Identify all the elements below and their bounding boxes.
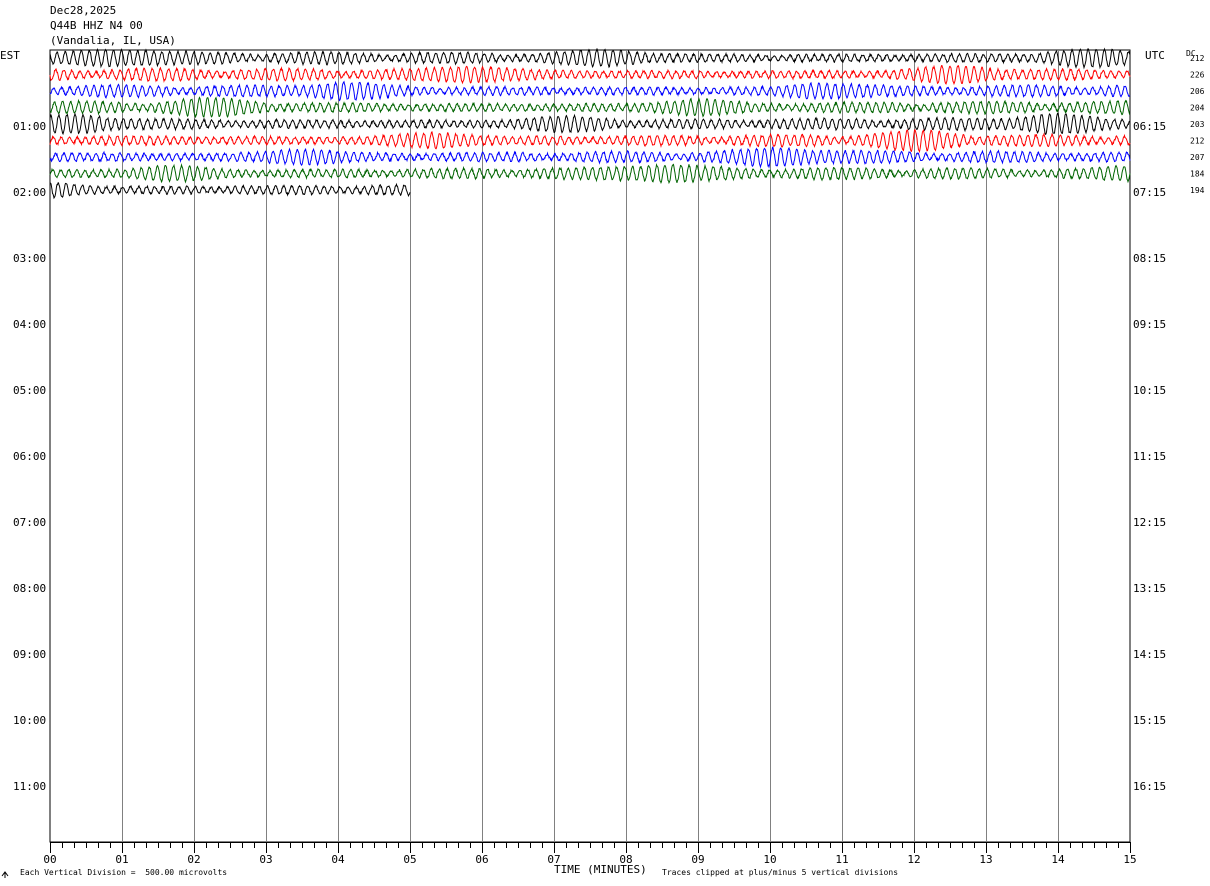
hour-label-utc: 13:15 bbox=[1133, 582, 1166, 595]
hour-label-est: 02:00 bbox=[13, 186, 46, 199]
seismic-trace bbox=[49, 96, 1131, 118]
dc-offset-value: 206 bbox=[1190, 87, 1205, 96]
dc-offset-value: 204 bbox=[1190, 104, 1205, 113]
hour-label-est: 05:00 bbox=[13, 384, 46, 397]
hour-label-est: 09:00 bbox=[13, 648, 46, 661]
x-tick-label: 01 bbox=[115, 853, 128, 866]
x-tick-label: 15 bbox=[1123, 853, 1136, 866]
seismic-trace bbox=[49, 146, 1131, 169]
seismic-trace bbox=[49, 64, 1131, 86]
x-tick-label: 11 bbox=[835, 853, 848, 866]
hour-label-est: 08:00 bbox=[13, 582, 46, 595]
dc-offset-value: 207 bbox=[1190, 153, 1205, 162]
x-tick-label: 10 bbox=[763, 853, 776, 866]
x-tick-label: 02 bbox=[187, 853, 200, 866]
hour-label-est: 01:00 bbox=[13, 120, 46, 133]
seismogram-plot: 00 01 02 03 04 05 06 07 08 09 10 11 12 13 14 1501:0002:… bbox=[1, 47, 1205, 878]
dc-offset-value: 226 bbox=[1190, 71, 1205, 80]
clip-note: Traces clipped at plus/minus 5 vertical … bbox=[662, 868, 899, 877]
hour-label-utc: 12:15 bbox=[1133, 516, 1166, 529]
hour-label-utc: 07:15 bbox=[1133, 186, 1166, 199]
hour-label-utc: 11:15 bbox=[1133, 450, 1166, 463]
hour-label-utc: 16:15 bbox=[1133, 780, 1166, 793]
seismic-trace bbox=[49, 182, 411, 200]
x-tick-label: 00 bbox=[43, 853, 56, 866]
x-axis-title: TIME (MINUTES) bbox=[554, 863, 647, 876]
x-tick-label: 04 bbox=[331, 853, 345, 866]
hour-label-utc: 14:15 bbox=[1133, 648, 1166, 661]
x-tick-label: 03 bbox=[259, 853, 272, 866]
hour-label-est: 03:00 bbox=[13, 252, 46, 265]
hour-label-utc: 09:15 bbox=[1133, 318, 1166, 331]
x-tick-label: 14 bbox=[1051, 853, 1065, 866]
x-tick-label: 05 bbox=[403, 853, 416, 866]
hour-label-est: 11:00 bbox=[13, 780, 46, 793]
hour-label-utc: 06:15 bbox=[1133, 120, 1166, 133]
hour-label-utc: 15:15 bbox=[1133, 714, 1166, 727]
x-tick-label: 12 bbox=[907, 853, 920, 866]
hour-label-est: 07:00 bbox=[13, 516, 46, 529]
dc-offset-value: 212 bbox=[1190, 54, 1205, 63]
hour-label-est: 06:00 bbox=[13, 450, 46, 463]
x-tick-label: 13 bbox=[979, 853, 992, 866]
hour-label-est: 10:00 bbox=[13, 714, 46, 727]
hour-label-utc: 08:15 bbox=[1133, 252, 1166, 265]
x-tick-label: 09 bbox=[691, 853, 704, 866]
scale-note: Each Vertical Division = 500.00 microvol… bbox=[20, 868, 228, 877]
hour-label-est: 04:00 bbox=[13, 318, 46, 331]
dc-offset-value: 203 bbox=[1190, 120, 1205, 129]
seismic-trace bbox=[49, 162, 1131, 185]
hour-label-utc: 10:15 bbox=[1133, 384, 1166, 397]
seismic-trace bbox=[49, 80, 1131, 102]
logo-icon bbox=[1, 871, 9, 878]
dc-offset-value: 212 bbox=[1190, 137, 1205, 146]
dc-offset-value: 184 bbox=[1190, 170, 1205, 179]
seismic-trace bbox=[49, 47, 1131, 70]
plot-frame bbox=[49, 49, 1131, 843]
dc-offset-value: 194 bbox=[1190, 186, 1205, 195]
seismic-trace bbox=[49, 129, 1131, 154]
x-tick-label: 06 bbox=[475, 853, 488, 866]
